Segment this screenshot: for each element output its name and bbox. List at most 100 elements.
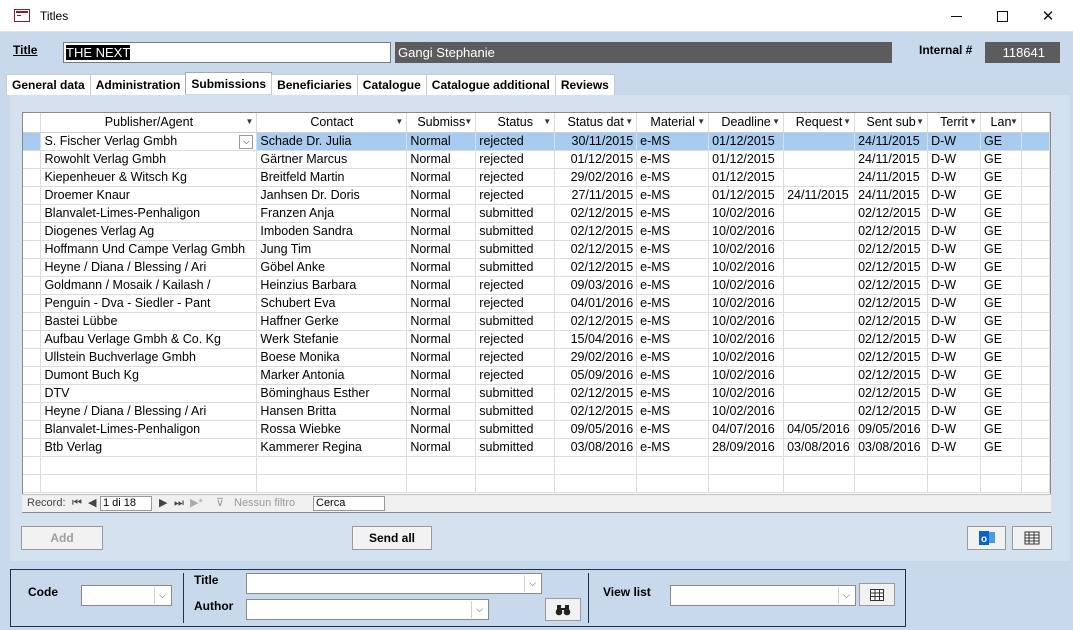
table-cell[interactable]: DTV (40, 384, 258, 403)
table-cell[interactable]: GE (980, 150, 1022, 169)
table-cell[interactable]: 02/12/2015 (554, 204, 638, 223)
table-row[interactable]: Goldmann / Mosaik / Kailash / Heinzius Ba… (23, 276, 1050, 295)
table-cell[interactable]: Ullstein Buchverlage Gmbh (40, 348, 258, 367)
table-row[interactable]: Blanvalet-Limes-Penhaligon Rossa Wiebke No… (23, 420, 1050, 439)
table-cell[interactable]: Haffner Gerke (256, 312, 408, 331)
table-cell[interactable]: e-MS (636, 240, 710, 259)
table-cell[interactable]: D-W (927, 204, 981, 223)
table-cell[interactable]: D-W (927, 222, 981, 241)
table-cell[interactable]: GE (980, 330, 1022, 349)
title-input[interactable]: THE NEXT (63, 42, 391, 63)
table-row[interactable]: Diogenes Verlag Ag Imboden Sandra Normal su… (23, 222, 1050, 241)
table-cell[interactable]: Goldmann / Mosaik / Kailash / (40, 276, 258, 295)
table-cell[interactable]: GE (980, 240, 1022, 259)
table-cell[interactable] (783, 222, 856, 241)
table-cell[interactable]: Penguin - Dva - Siedler - Pant (40, 294, 258, 313)
table-cell[interactable]: 02/12/2015 (554, 258, 638, 277)
table-cell[interactable]: 10/02/2016 (708, 312, 785, 331)
table-cell[interactable]: 10/02/2016 (708, 258, 785, 277)
table-cell[interactable]: D-W (927, 438, 981, 457)
close-button[interactable]: ✕ (1025, 0, 1071, 32)
table-cell[interactable]: Droemer Knaur (40, 186, 258, 205)
table-cell[interactable]: 29/02/2016 (554, 168, 638, 187)
table-cell[interactable]: e-MS (636, 258, 710, 277)
table-cell[interactable]: Blanvalet-Limes-Penhaligon (40, 420, 258, 439)
tab-catalogue-additional[interactable]: Catalogue additional (425, 74, 556, 95)
table-cell[interactable]: 27/11/2015 (554, 186, 638, 205)
table-cell[interactable]: 02/12/2015 (854, 384, 929, 403)
table-cell[interactable]: rejected (475, 150, 556, 169)
table-cell[interactable] (783, 204, 856, 223)
table-cell[interactable] (783, 276, 856, 295)
table-cell[interactable]: e-MS (636, 348, 710, 367)
table-cell[interactable]: Hansen Britta (256, 402, 408, 421)
table-cell[interactable]: Normal (406, 366, 477, 385)
table-cell[interactable]: 02/12/2015 (554, 312, 638, 331)
table-cell[interactable]: 02/12/2015 (854, 294, 929, 313)
table-cell[interactable]: GE (980, 420, 1022, 439)
table-cell[interactable]: GE (980, 186, 1022, 205)
table-cell[interactable]: rejected (475, 348, 556, 367)
table-cell[interactable] (783, 294, 856, 313)
view-list-combo[interactable]: ⌵ (670, 585, 856, 606)
table-cell[interactable]: Normal (406, 438, 477, 457)
table-cell[interactable]: Normal (406, 204, 477, 223)
table-cell[interactable] (783, 168, 856, 187)
table-cell[interactable]: 01/12/2015 (708, 150, 785, 169)
table-cell[interactable] (783, 240, 856, 259)
table-cell[interactable]: 02/12/2015 (854, 330, 929, 349)
row-selector[interactable] (23, 132, 42, 151)
table-cell[interactable]: Jung Tim (256, 240, 408, 259)
table-cell[interactable]: Normal (406, 258, 477, 277)
column-header[interactable]: Publisher/Agent ▼ (40, 113, 258, 133)
table-cell[interactable]: GE (980, 294, 1022, 313)
table-cell[interactable]: Blanvalet-Limes-Penhaligon (40, 204, 258, 223)
table-cell[interactable]: GE (980, 312, 1022, 331)
table-cell[interactable]: 04/07/2016 (708, 420, 785, 439)
row-selector[interactable] (23, 348, 42, 367)
table-cell[interactable]: Werk Stefanie (256, 330, 408, 349)
table-cell[interactable]: submitted (475, 222, 556, 241)
send-all-button[interactable]: Send all (352, 526, 432, 550)
table-cell[interactable]: D-W (927, 402, 981, 421)
table-cell[interactable]: 10/02/2016 (708, 204, 785, 223)
table-cell[interactable]: 01/12/2015 (708, 186, 785, 205)
record-position-input[interactable]: 1 di 18 (100, 496, 152, 511)
tab-submissions[interactable]: Submissions (185, 72, 273, 94)
table-cell[interactable]: 29/02/2016 (554, 348, 638, 367)
column-header[interactable]: Deadline ▼ (708, 113, 785, 133)
table-cell[interactable]: submitted (475, 402, 556, 421)
table-cell[interactable]: Normal (406, 240, 477, 259)
table-cell[interactable]: Heyne / Diana / Blessing / Ari (40, 402, 258, 421)
datasheet-view-button[interactable] (1012, 526, 1052, 550)
row-selector-header[interactable] (23, 113, 42, 133)
column-header[interactable]: Material ▼ (636, 113, 710, 133)
add-button[interactable]: Add (21, 526, 103, 550)
table-cell[interactable]: 04/05/2016 (783, 420, 856, 439)
table-cell[interactable]: Hoffmann Und Campe Verlag Gmbh (40, 240, 258, 259)
table-cell[interactable]: Normal (406, 294, 477, 313)
column-header[interactable]: Status ▼ (475, 113, 556, 133)
table-cell[interactable]: 01/12/2015 (554, 150, 638, 169)
table-cell[interactable]: 24/11/2015 (854, 150, 929, 169)
table-row[interactable]: Hoffmann Und Campe Verlag Gmbh Jung Tim No… (23, 240, 1050, 259)
table-row[interactable]: ⌵ S. Fischer Verlag Gmbh Schade Dr. Julia N… (23, 132, 1050, 151)
table-cell[interactable]: Normal (406, 276, 477, 295)
table-cell[interactable]: GE (980, 258, 1022, 277)
row-selector[interactable] (23, 330, 42, 349)
table-cell[interactable]: e-MS (636, 330, 710, 349)
column-header[interactable]: Contact ▼ (256, 113, 408, 133)
table-row[interactable]: Heyne / Diana / Blessing / Ari Hansen Bri… (23, 402, 1050, 421)
table-cell[interactable]: 10/02/2016 (708, 384, 785, 403)
table-cell[interactable]: GE (980, 276, 1022, 295)
table-cell[interactable]: 01/12/2015 (708, 168, 785, 187)
row-selector[interactable] (23, 276, 42, 295)
table-cell[interactable]: Normal (406, 348, 477, 367)
tab-administration[interactable]: Administration (89, 74, 187, 95)
outlook-button[interactable]: o (967, 526, 1006, 550)
row-selector[interactable] (23, 258, 42, 277)
find-button[interactable] (545, 598, 581, 621)
table-cell[interactable]: 10/02/2016 (708, 276, 785, 295)
table-cell[interactable]: 02/12/2015 (854, 258, 929, 277)
table-cell[interactable] (783, 348, 856, 367)
